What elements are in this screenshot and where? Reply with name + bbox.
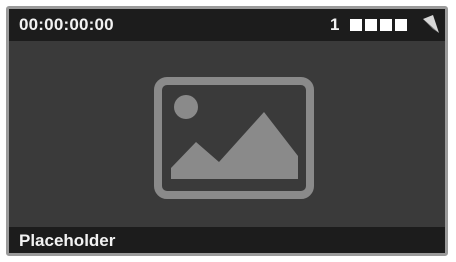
level-bar: [365, 19, 377, 31]
preview-area: [9, 41, 445, 227]
channel-number: 1: [330, 15, 340, 34]
level-bar: [395, 19, 407, 31]
caption-label: Placeholder: [19, 231, 116, 250]
image-placeholder-icon: [154, 77, 314, 199]
level-bar: [350, 19, 362, 31]
corner-fold-icon[interactable]: [419, 13, 441, 37]
timecode-display: 00:00:00:00: [19, 15, 114, 34]
caption-bar: Placeholder: [9, 227, 445, 253]
video-preview-frame[interactable]: 00:00:00:00 1 Placeholder: [6, 6, 448, 256]
signal-level-indicator: [350, 19, 407, 31]
level-bar: [380, 19, 392, 31]
top-status-bar: 00:00:00:00 1: [9, 9, 445, 41]
